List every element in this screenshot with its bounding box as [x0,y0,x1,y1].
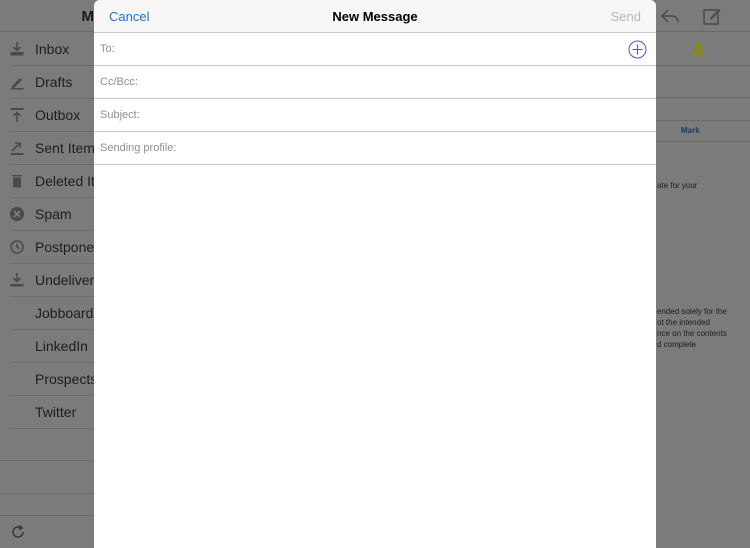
preview-row [656,66,750,98]
sidebar-divider [0,460,94,461]
sidebar-item-spam[interactable]: Spam [0,198,94,231]
subject-field-row: Subject: [94,99,656,132]
modal-header: Cancel New Message Send [94,0,656,33]
sidebar-item-label: Jobboards [35,305,101,321]
sidebar-item-label: Postponed [35,239,102,255]
sidebar-divider [0,493,94,494]
sidebar-item-label: Deleted Ite [35,173,103,189]
refresh-icon[interactable] [10,524,26,540]
sidebar-title: M [81,8,95,25]
inbox-icon [9,41,25,57]
cc-bcc-label: Cc/Bcc: [100,76,138,88]
sidebar-item-label: LinkedIn [35,338,88,354]
drafts-icon [9,74,25,90]
message-body [94,165,656,548]
sidebar-item-jobboards[interactable]: Jobboards [0,297,100,330]
sidebar-item-label: Twitter [35,404,77,420]
to-field-row: To: [94,33,656,66]
person-icon [692,41,706,57]
sidebar-item-twitter[interactable]: Twitter [0,396,94,429]
sent-icon [9,140,25,156]
cc-bcc-field-row: Cc/Bcc: [94,66,656,99]
subject-label: Subject: [100,109,140,121]
preview-text-line: d complete [657,340,697,349]
sidebar-header: M [0,0,94,32]
sending-profile-input[interactable] [224,138,644,158]
postponed-icon [9,239,25,255]
sidebar-item-sent-items[interactable]: Sent Items [0,132,102,165]
sidebar-item-label: Drafts [35,74,73,90]
trash-icon [9,173,25,189]
message-body-input[interactable] [94,165,656,548]
sidebar-item-linkedin[interactable]: LinkedIn [0,330,94,363]
sidebar-item-postponed[interactable]: Postponed [0,231,102,264]
mark-button[interactable]: Mark [681,126,700,135]
sending-profile-field-row[interactable]: Sending profile: [94,132,656,165]
new-message-modal: Cancel New Message Send To: Cc/Bcc: Subj… [94,0,656,548]
sidebar-item-drafts[interactable]: Drafts [0,66,94,99]
modal-title: New Message [332,9,418,24]
sender-row [656,33,750,66]
sidebar-footer [0,515,94,548]
compose-icon[interactable] [702,6,722,26]
to-label: To: [100,43,115,55]
sidebar-item-inbox[interactable]: Inbox [0,33,94,66]
undelivered-icon [9,272,25,288]
folder-sidebar: M Inbox Drafts Outbox Sent Items Deleted… [0,0,103,548]
sidebar-item-outbox[interactable]: Outbox [0,99,94,132]
sidebar-item-label: Inbox [35,41,70,57]
sidebar-item-undelivered[interactable]: Undelivere [0,264,102,297]
sidebar-item-label: Undelivere [35,272,102,288]
sidebar-item-label: Prospects [35,371,98,387]
spam-icon [9,206,25,222]
preview-text-line: ate for your [657,181,698,190]
sidebar-item-deleted-items[interactable]: Deleted Ite [0,165,103,198]
sidebar-item-label: Spam [35,206,72,222]
outbox-icon [9,107,25,123]
preview-text-line: ended solely for the [657,307,727,316]
cc-bcc-input[interactable] [170,72,630,92]
sending-profile-label: Sending profile: [100,142,177,154]
preview-text-line: ot the intended [657,318,710,327]
sidebar-item-prospects[interactable]: Prospects [0,363,98,396]
subject-input[interactable] [172,105,632,125]
preview-toolbar [656,0,750,32]
preview-text-line: nce on the contents [657,329,727,338]
mark-bar: Mark [656,120,750,142]
sidebar-item-label: Outbox [35,107,81,123]
reply-icon[interactable] [660,7,680,25]
message-preview-pane: Mark ate for your ended solely for the o… [656,0,750,548]
to-input[interactable] [154,39,614,59]
add-recipient-icon[interactable] [628,40,647,59]
send-button[interactable]: Send [611,9,641,24]
sidebar-item-label: Sent Items [35,140,102,156]
